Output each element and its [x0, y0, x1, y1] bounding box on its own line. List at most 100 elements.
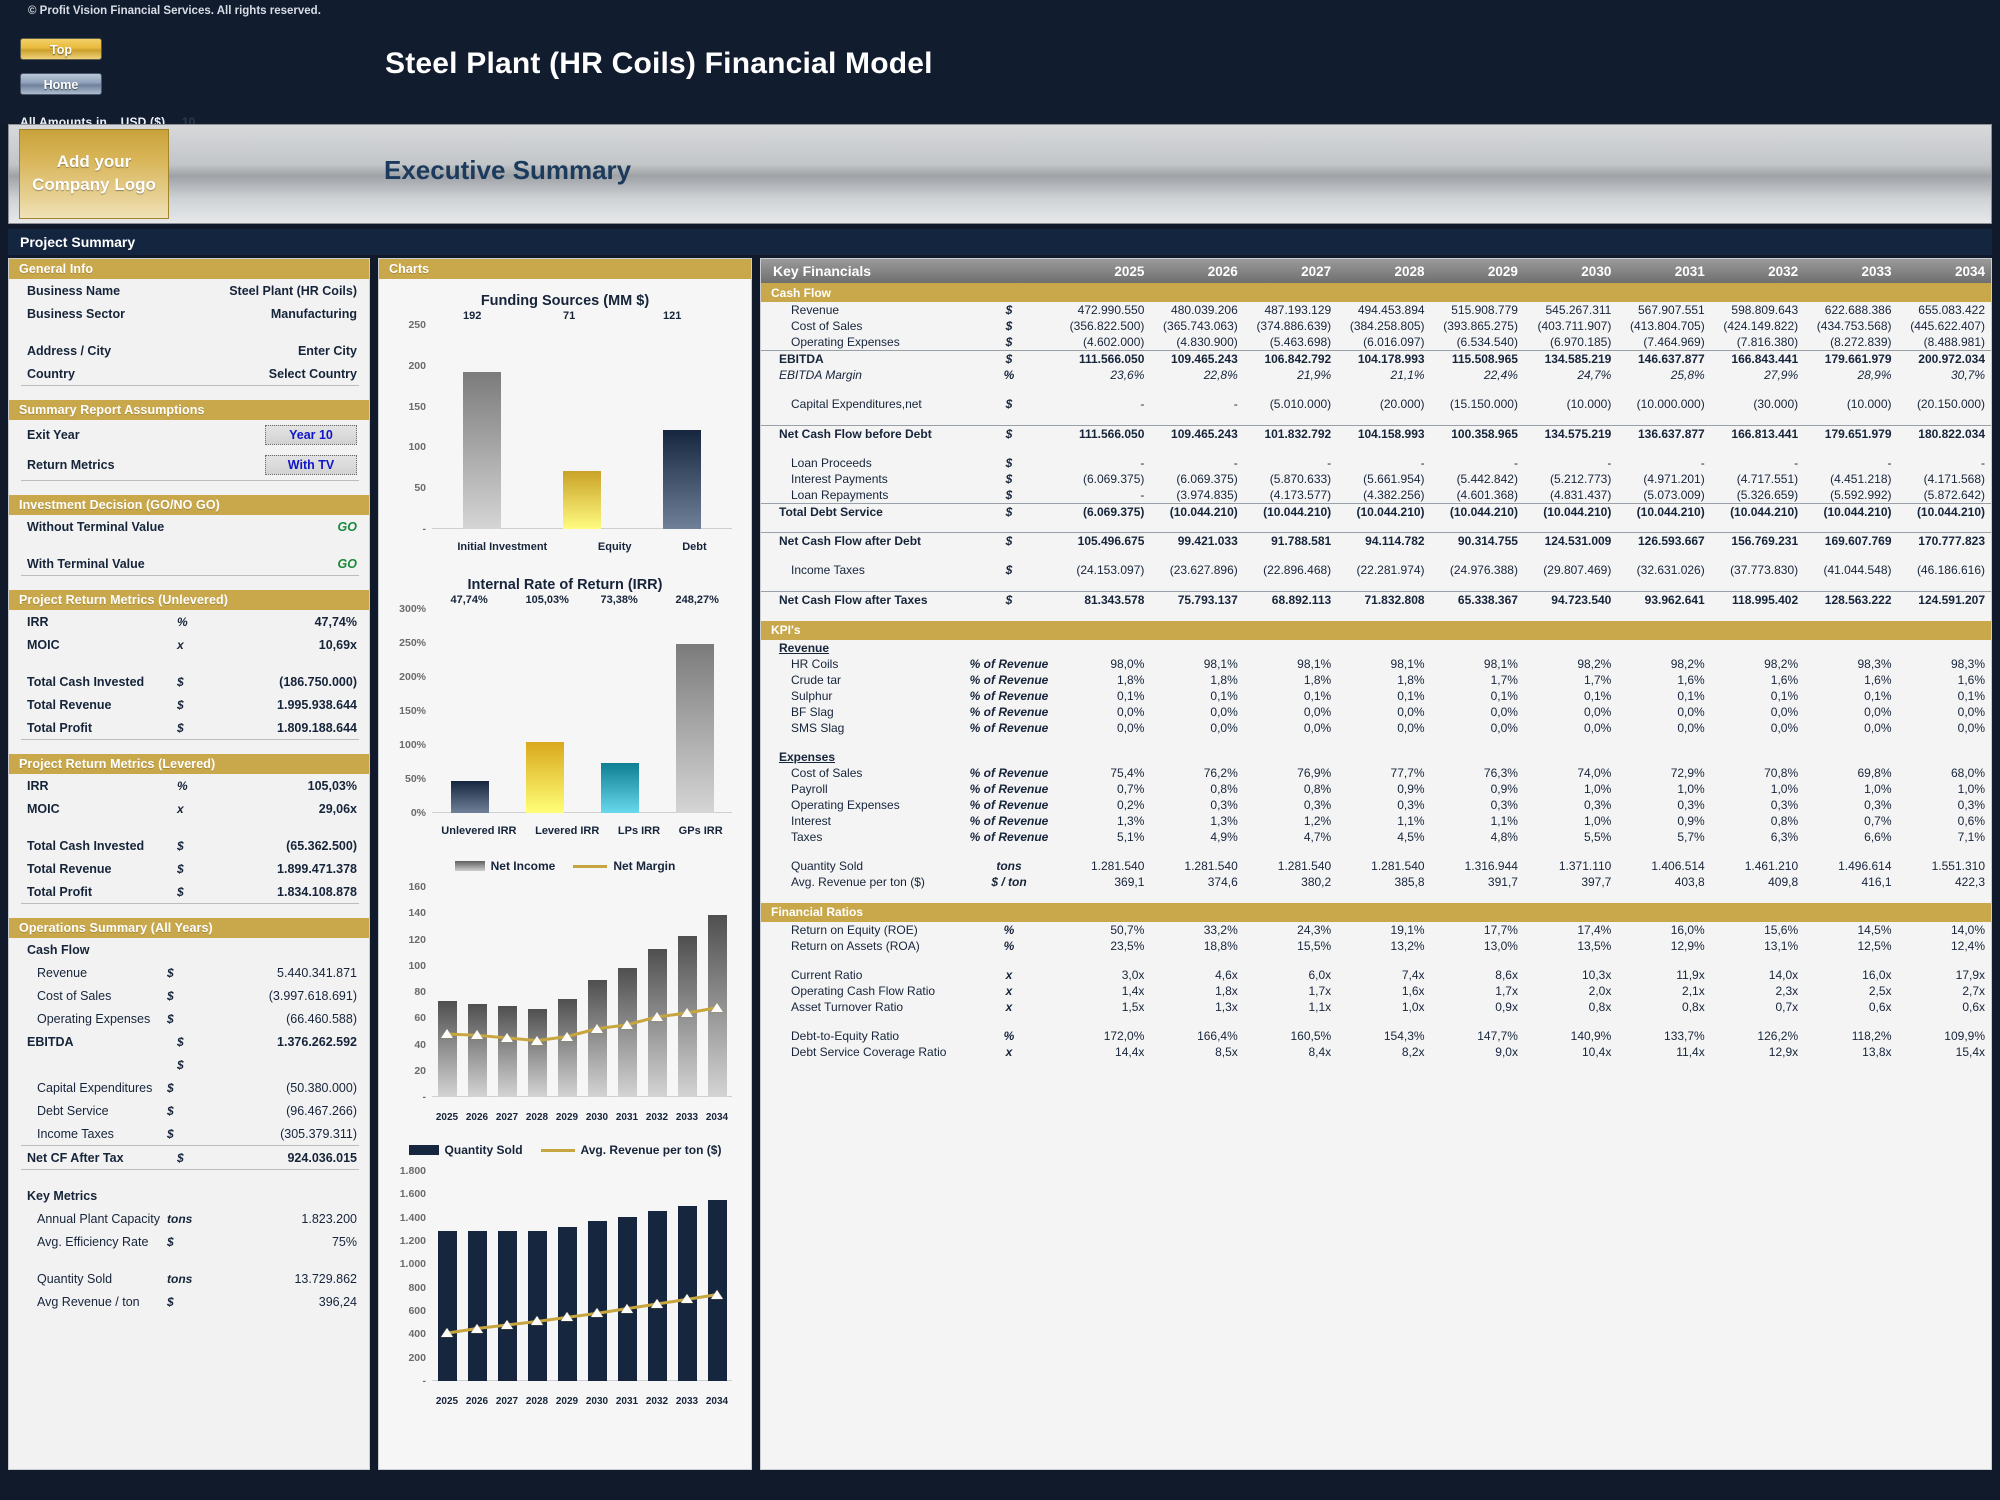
row-label-net-cash-flow-before-debt: Net Cash Flow before Debt — [761, 424, 961, 442]
value-address-city[interactable]: Enter City — [177, 344, 369, 358]
cell-cost-of-sales-2025: 75,4% — [1110, 765, 1145, 780]
table-row-income-taxes: Income Taxes $ (24.153.097) (23.627.896) (22… — [761, 562, 1991, 578]
cell-ebitda-margin-2031: 25,8% — [1670, 368, 1705, 382]
spacer — [1804, 442, 1897, 455]
cell-sulphur-2030: 0,1% — [1583, 688, 1612, 703]
value-business-sector[interactable]: Manufacturing — [177, 307, 369, 321]
line-marker — [681, 1008, 693, 1018]
top-nav-button[interactable]: Top — [20, 38, 102, 60]
table-row-avg-revenue-per-ton: Avg. Revenue per ton ($) $ / ton 369,1 374,… — [761, 874, 1991, 890]
cell-crude-tar-2026: 1,8% — [1210, 672, 1238, 687]
legend-item-quantity-sold: Quantity Sold — [408, 1143, 523, 1157]
row-label-quantity-sold: Quantity Sold — [791, 858, 864, 873]
cell-hr-coils-2030: 98,2% — [1577, 656, 1612, 671]
unit-ops-net-cf-after-tax: $ — [177, 1150, 184, 1165]
row-unit-return-on-equity-roe: % — [1003, 922, 1015, 937]
cell-avg-revenue-per-ton-2030: 397,7 — [1581, 874, 1612, 889]
cell-hr-coils-2031: 98,2% — [1670, 656, 1705, 671]
x-axis-label: Equity — [597, 541, 632, 553]
row-unit-cost-of-sales: % of Revenue — [969, 765, 1049, 780]
label-unlevered-moic: MOIC — [27, 637, 60, 652]
value-business-name[interactable]: Steel Plant (HR Coils) — [177, 284, 369, 298]
row-label-hr-coils: HR Coils — [791, 656, 839, 671]
spacer — [1898, 608, 1991, 621]
cell-interest-2031: 0,9% — [1677, 813, 1705, 828]
cell-ebitda-2029: 115.508.965 — [1430, 350, 1524, 367]
cell-current-ratio-2030: 10,3x — [1581, 967, 1612, 982]
cell-crude-tar-2027: 1,8% — [1303, 672, 1332, 687]
spacer — [1711, 736, 1804, 749]
spacer — [961, 442, 1057, 455]
cell-loan-repayments-2027: (4.173.577) — [1269, 487, 1332, 502]
value-levered-cash-invested: (65.362.500) — [286, 838, 357, 853]
cell-sms-slag-2026: 0,0% — [1210, 720, 1238, 735]
company-logo-placeholder[interactable]: Add your Company Logo — [19, 129, 169, 219]
y-axis-tick: 160 — [408, 881, 426, 893]
line-marker — [651, 1011, 663, 1021]
cell-net-cash-flow-before-debt-2032: 166.813.441 — [1710, 424, 1805, 442]
cell-interest-payments-2028: (5.661.954) — [1363, 471, 1425, 486]
cell-loan-proceeds-2033: - — [1887, 455, 1892, 470]
home-nav-button[interactable]: Home — [20, 73, 102, 95]
chart-net-income-margin: Net Income Net Margin 160 140 120 100 80 60 40 20… — [388, 853, 742, 1131]
line-marker — [441, 1328, 453, 1338]
cell-loan-proceeds-2032: - — [1794, 455, 1799, 470]
exit-year-selector[interactable]: Year 10 — [265, 425, 357, 445]
cell-return-on-equity-roe-2033: 14,5% — [1857, 922, 1892, 937]
value-levered-total-revenue: 1.899.471.378 — [277, 861, 357, 876]
cell-quantity-sold-2026: 1.281.540 — [1184, 858, 1238, 873]
cell-current-ratio-2029: 8,6x — [1495, 967, 1518, 982]
bar-data-label: 47,74% — [450, 594, 488, 606]
section-investment-decision: Investment Decision (GO/NO GO) — [9, 495, 369, 515]
y-axis-tick: 1.200 — [399, 1234, 426, 1247]
y-axis-tick: 200 — [408, 1351, 426, 1364]
spacer — [961, 549, 1057, 562]
gap-kpi-revenue-expenses — [761, 736, 1991, 749]
cell-net-cash-flow-after-debt-2030: 124.531.009 — [1523, 532, 1618, 549]
spacer — [1617, 890, 1710, 903]
cell-operating-cash-flow-ratio-2027: 1,7x — [1308, 983, 1332, 998]
cell-loan-repayments-2030: (4.831.437) — [1549, 487, 1612, 502]
label-levered-moic: MOIC — [27, 801, 60, 816]
value-unlevered-moic: 10,69x — [318, 637, 357, 652]
cell-avg-revenue-per-ton-2033: 416,1 — [1861, 874, 1892, 889]
label-unlevered-total-revenue: Total Revenue — [27, 697, 112, 712]
table-row-crude-tar: Crude tar % of Revenue 1,8% 1,8% 1,8% 1,8% 1,7… — [761, 672, 1991, 688]
table-row-return-on-equity-roe: Return on Equity (ROE)% 50,7% 33,2% 24,3% 19… — [761, 922, 1991, 938]
spacer — [1244, 954, 1337, 967]
x-axis-label: 2025 — [435, 1112, 459, 1123]
label-ops-ebitda: EBITDA — [27, 1034, 74, 1049]
x-axis-label: 2027 — [495, 1112, 519, 1123]
cell-sulphur-2027: 0,1% — [1303, 688, 1332, 703]
cell-net-cash-flow-after-debt-2027: 91.788.581 — [1243, 532, 1338, 549]
value-levered-moic: 29,06x — [318, 801, 357, 816]
spacer — [1711, 442, 1804, 455]
cell-interest-2025: 1,3% — [1117, 813, 1145, 828]
value-country[interactable]: Select Country — [177, 367, 369, 381]
spacer — [761, 954, 961, 967]
label-without-terminal-value: Without Terminal Value — [27, 519, 165, 534]
cell-taxes-2030: 5,5% — [1583, 829, 1612, 844]
row-unit-sulphur: % of Revenue — [969, 688, 1049, 703]
cell-debt-to-equity-ratio-2031: 133,7% — [1664, 1028, 1705, 1043]
cell-income-taxes-2025: (24.153.097) — [1076, 563, 1145, 577]
kpi-revenue-heading-blank — [1431, 640, 1524, 656]
cell-payroll-2031: 1,0% — [1677, 781, 1705, 796]
unit-avg-revenue-per-ton: $ — [167, 1294, 174, 1309]
spacer — [1524, 549, 1617, 562]
section-kpi-blank — [1430, 620, 1524, 640]
label-annual-plant-capacity: Annual Plant Capacity — [37, 1211, 160, 1226]
bar-data-label: 121 — [663, 310, 682, 322]
cell-ebitda-margin-2025: 23,6% — [1110, 368, 1145, 382]
section-financial-ratios-blank — [1150, 902, 1244, 922]
spacer — [761, 383, 961, 396]
spacer — [1617, 1015, 1710, 1028]
value-unlevered-cash-invested: (186.750.000) — [279, 674, 357, 689]
kpi-revenue-heading-blank — [1337, 640, 1430, 656]
section-kpi-blank — [1897, 620, 1991, 640]
cell-cost-of-sales-2034: (445.622.407) — [1910, 319, 1985, 333]
return-metrics-selector[interactable]: With TV — [265, 455, 357, 475]
label-avg-revenue-per-ton: Avg Revenue / ton — [37, 1294, 140, 1309]
cell-operating-expenses-2032: 0,3% — [1770, 797, 1799, 812]
row-unit-net-cash-flow-before-debt: $ — [961, 424, 1057, 442]
